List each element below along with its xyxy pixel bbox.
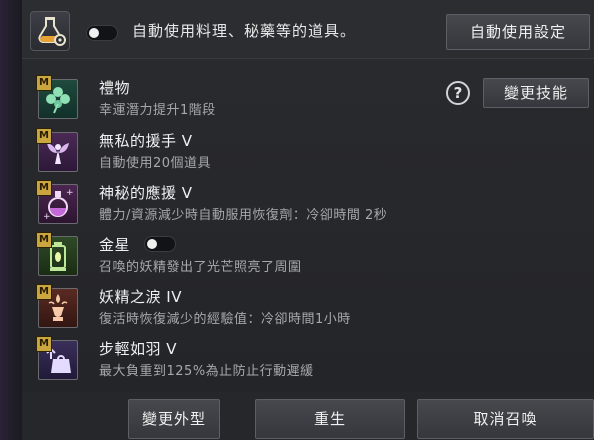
mastery-badge: M: [36, 128, 52, 144]
skill-row: M 妖精之淚 IV 復活時恢復減少的經驗值：冷卻時間1小時: [36, 284, 456, 332]
skill-row: M 步輕如羽 V 最大負重到125%為止防止行動遲緩: [36, 336, 456, 384]
toggle-knob: [147, 239, 157, 249]
skill-description: 最大負重到125%為止防止行動遲緩: [99, 364, 314, 379]
venus-toggle[interactable]: [144, 236, 176, 252]
skill-name: 步輕如羽 V: [99, 340, 178, 358]
skill-description: 幸運潛力提升1階段: [99, 103, 216, 118]
mastery-badge: M: [36, 75, 52, 91]
backdrop-strip: [0, 0, 22, 440]
cancel-summon-button[interactable]: 取消召喚: [417, 399, 594, 439]
skill-description: 召喚的妖精發出了光芒照亮了周圍: [99, 260, 302, 275]
change-appearance-button[interactable]: 變更外型: [128, 399, 220, 439]
auto-use-toggle[interactable]: [86, 25, 118, 41]
toggle-knob: [89, 28, 99, 38]
skill-row: M 金星 召喚的妖精發出了光芒照亮了周圍: [36, 232, 456, 280]
change-skill-button[interactable]: 變更技能: [483, 78, 589, 108]
auto-use-settings-button[interactable]: 自動使用設定: [446, 14, 590, 50]
revive-button[interactable]: 重生: [255, 399, 405, 439]
skill-row: + + M 神秘的應援 V 體力/資源減少時自動服用恢復劑：冷卻時間 2秒: [36, 180, 456, 228]
skill-description: 體力/資源減少時自動服用恢復劑：冷卻時間 2秒: [99, 208, 388, 223]
mastery-badge: M: [36, 336, 52, 352]
skill-name: 妖精之淚 IV: [99, 288, 182, 306]
svg-text:+: +: [66, 188, 74, 198]
potion-gear-icon[interactable]: [30, 11, 70, 51]
skill-description: 自動使用20個道具: [99, 156, 212, 171]
skill-name: 金星: [99, 236, 131, 254]
mastery-badge: M: [36, 232, 52, 248]
skill-row: M 無私的援手 V 自動使用20個道具: [36, 128, 456, 176]
auto-use-label: 自動使用料理、秘藥等的道具。: [132, 22, 357, 40]
skill-description: 復活時恢復減少的經驗值：冷卻時間1小時: [99, 312, 351, 327]
svg-text:+: +: [43, 212, 51, 222]
skill-name: 禮物: [99, 79, 131, 97]
skill-name: 神秘的應援 V: [99, 184, 193, 202]
skill-row: M 禮物 幸運潛力提升1階段: [36, 75, 456, 123]
mastery-badge: M: [36, 180, 52, 196]
mastery-badge: M: [36, 284, 52, 300]
skill-name: 無私的援手 V: [99, 132, 193, 150]
